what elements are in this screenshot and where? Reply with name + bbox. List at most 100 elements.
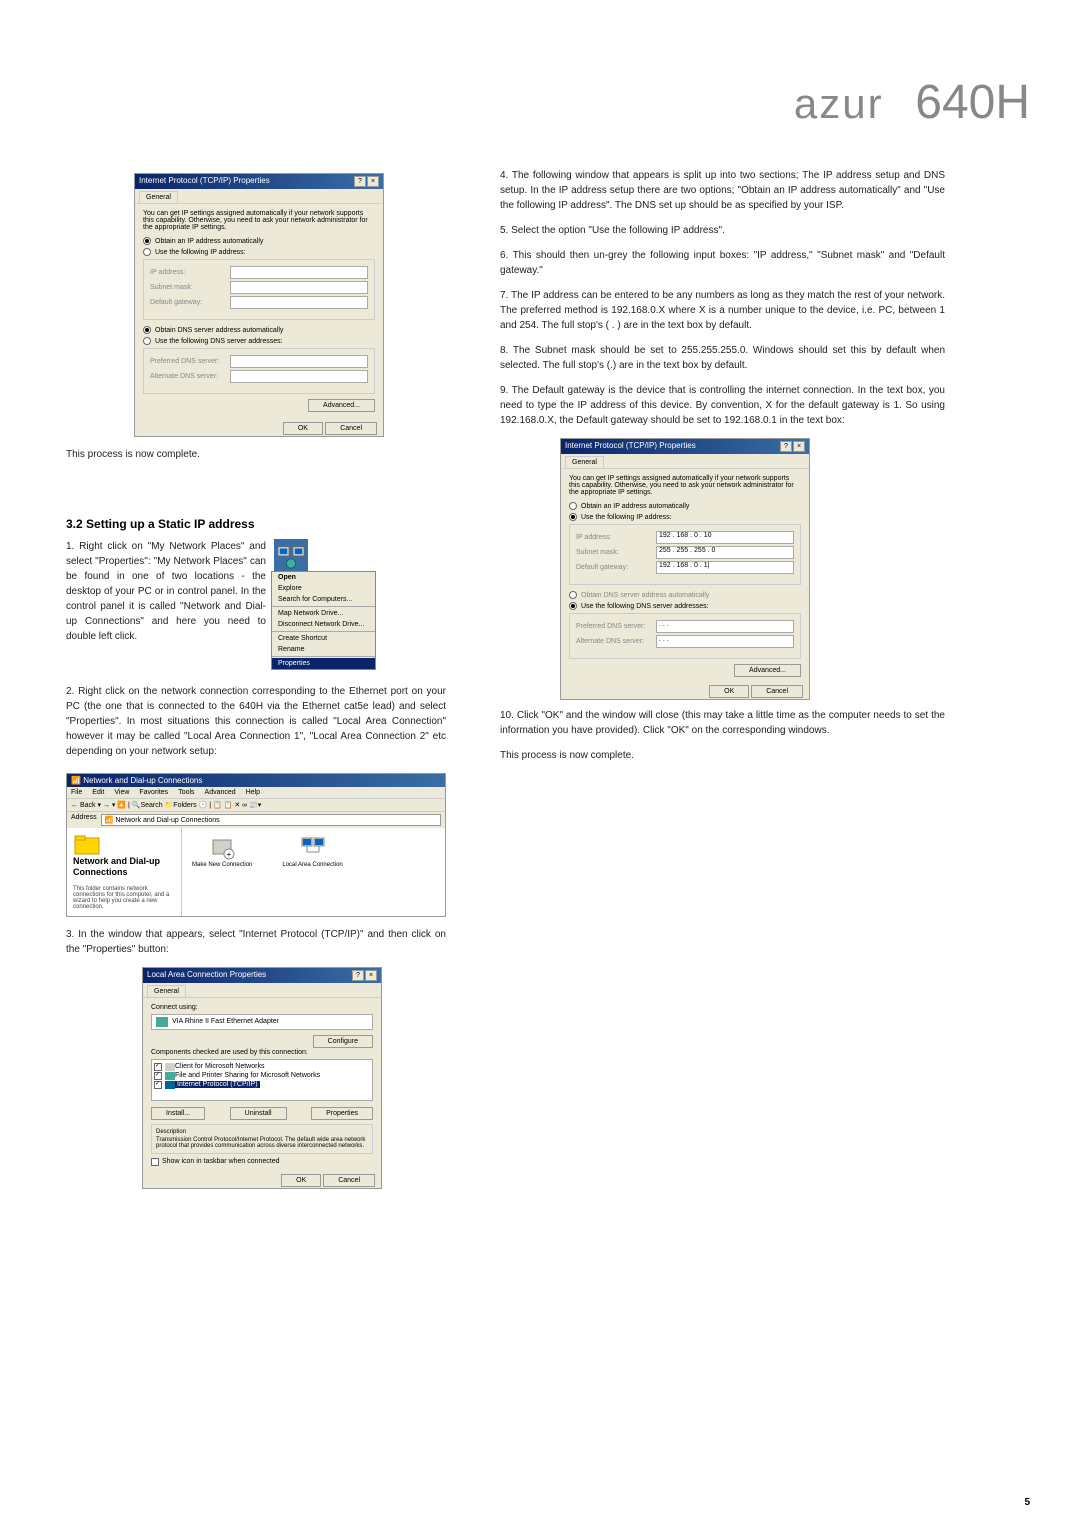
folder-icon (73, 834, 103, 856)
explorer-left-text: This folder contains network connections… (73, 886, 175, 910)
ctx-explore[interactable]: Explore (272, 583, 375, 594)
close-icon[interactable]: × (367, 176, 379, 187)
radio-use-ip[interactable] (143, 248, 151, 256)
network-places-icon (276, 541, 306, 571)
menu-favorites[interactable]: Favorites (139, 789, 168, 796)
lan-titlebar: Local Area Connection Properties ? × (143, 968, 381, 983)
checkbox-fileprint[interactable] (154, 1072, 162, 1080)
tab-general[interactable]: General (147, 985, 186, 997)
local-area-connection-icon[interactable]: Local Area Connection (282, 834, 342, 910)
explorer-toolbar[interactable]: ← Back ▾ → ▾ 🔼 | 🔍Search 📁Folders 🕒 | 📋 … (67, 798, 445, 811)
step-7-text: 7. The IP address can be entered to be a… (500, 288, 945, 333)
alt-dns-input[interactable]: . . . (656, 635, 794, 648)
connect-using-label: Connect using: (151, 1004, 373, 1011)
tab-general[interactable]: General (139, 191, 178, 203)
configure-button[interactable]: Configure (313, 1035, 373, 1048)
ip-label: IP address: (150, 269, 230, 276)
radio-use-dns[interactable] (569, 602, 577, 610)
ctx-map[interactable]: Map Network Drive... (272, 608, 375, 619)
menu-help[interactable]: Help (246, 789, 260, 796)
checkbox-client[interactable] (154, 1063, 162, 1071)
lan-properties-dialog: Local Area Connection Properties ? × Gen… (142, 967, 382, 1189)
ok-button[interactable]: OK (283, 422, 323, 435)
pref-dns-input[interactable] (230, 355, 368, 368)
ctx-disconnect[interactable]: Disconnect Network Drive... (272, 619, 375, 630)
radio-obtain-dns[interactable] (569, 591, 577, 599)
subnet-input[interactable] (230, 281, 368, 294)
step-9-text: 9. The Default gateway is the device tha… (500, 383, 945, 428)
checkbox-tcpip[interactable] (154, 1081, 162, 1089)
menu-tools[interactable]: Tools (178, 789, 194, 796)
page-number: 5 (1024, 1497, 1030, 1508)
radio-use-ip[interactable] (569, 513, 577, 521)
cancel-button[interactable]: Cancel (751, 685, 803, 698)
dialog-intro: You can get IP settings assigned automat… (143, 210, 375, 231)
explorer-window: 📶 Network and Dial-up Connections File E… (66, 773, 446, 917)
address-input[interactable]: 📶 Network and Dial-up Connections (101, 814, 441, 826)
tcpip-icon (165, 1081, 175, 1089)
help-icon[interactable]: ? (780, 441, 792, 452)
subnet-input[interactable]: 255 . 255 . 255 . 0 (656, 546, 794, 559)
step-3-text: 3. In the window that appears, select "I… (66, 927, 446, 957)
fileprint-icon (165, 1072, 175, 1080)
components-text: Components checked are used by this conn… (151, 1049, 373, 1056)
pref-dns-input[interactable]: . . . (656, 620, 794, 633)
brand-text: azur (794, 80, 884, 127)
uninstall-button[interactable]: Uninstall (230, 1107, 287, 1120)
tcpip-selected[interactable]: Internet Protocol (TCP/IP) (175, 1081, 260, 1088)
ctx-search[interactable]: Search for Computers... (272, 594, 375, 605)
help-icon[interactable]: ? (352, 970, 364, 981)
properties-button[interactable]: Properties (311, 1107, 373, 1120)
menu-edit[interactable]: Edit (92, 789, 104, 796)
ok-button[interactable]: OK (281, 1174, 321, 1187)
tab-general[interactable]: General (565, 456, 604, 468)
alt-dns-label: Alternate DNS server: (150, 373, 230, 380)
tcpip-properties-dialog-2: Internet Protocol (TCP/IP) Properties ? … (560, 438, 810, 700)
checkbox-taskbar[interactable] (151, 1158, 159, 1166)
radio-obtain-ip[interactable] (143, 237, 151, 245)
ip-input[interactable] (230, 266, 368, 279)
radio-obtain-dns[interactable] (143, 326, 151, 334)
pref-dns-label: Preferred DNS server: (150, 358, 230, 365)
cancel-button[interactable]: Cancel (323, 1174, 375, 1187)
advanced-button[interactable]: Advanced... (734, 664, 801, 677)
dialog-titlebar: Internet Protocol (TCP/IP) Properties ? … (561, 439, 809, 454)
adapter-name: VIA Rhine II Fast Ethernet Adapter (172, 1018, 279, 1025)
radio-obtain-ip[interactable] (569, 502, 577, 510)
help-icon[interactable]: ? (354, 176, 366, 187)
advanced-button[interactable]: Advanced... (308, 399, 375, 412)
ctx-shortcut[interactable]: Create Shortcut (272, 633, 375, 644)
make-new-connection-icon[interactable]: + Make New Connection (192, 834, 252, 910)
desc-text: Transmission Control Protocol/Internet P… (156, 1137, 368, 1149)
step-2-text: 2. Right click on the network connection… (66, 684, 446, 759)
menu-file[interactable]: File (71, 789, 82, 796)
components-list: Client for Microsoft Networks File and P… (151, 1059, 373, 1101)
cancel-button[interactable]: Cancel (325, 422, 377, 435)
gateway-input[interactable]: 192 . 168 . 0 . 1| (656, 561, 794, 574)
close-icon[interactable]: × (793, 441, 805, 452)
menu-view[interactable]: View (114, 789, 129, 796)
model-text: 640H (915, 76, 1030, 129)
address-label: Address (71, 814, 97, 826)
explorer-menubar: File Edit View Favorites Tools Advanced … (67, 787, 445, 798)
svg-text:+: + (227, 850, 232, 859)
close-icon[interactable]: × (365, 970, 377, 981)
context-menu: Open Explore Search for Computers... Map… (271, 571, 376, 670)
radio-use-dns[interactable] (143, 337, 151, 345)
client-icon (165, 1063, 175, 1071)
adapter-icon (156, 1017, 168, 1027)
step-5-text: 5. Select the option "Use the following … (500, 223, 945, 238)
ip-input[interactable]: 192 . 168 . 0 . 10 (656, 531, 794, 544)
step-4-text: 4. The following window that appears is … (500, 168, 945, 213)
ctx-rename[interactable]: Rename (272, 644, 375, 655)
desc-label: Description (156, 1129, 368, 1135)
gateway-input[interactable] (230, 296, 368, 309)
menu-advanced[interactable]: Advanced (205, 789, 236, 796)
step-1-text: 1. Right click on "My Network Places" an… (66, 539, 266, 644)
install-button[interactable]: Install... (151, 1107, 205, 1120)
ok-button[interactable]: OK (709, 685, 749, 698)
subnet-label: Subnet mask: (150, 284, 230, 291)
ctx-properties[interactable]: Properties (272, 658, 375, 669)
alt-dns-input[interactable] (230, 370, 368, 383)
ctx-open[interactable]: Open (272, 572, 375, 583)
